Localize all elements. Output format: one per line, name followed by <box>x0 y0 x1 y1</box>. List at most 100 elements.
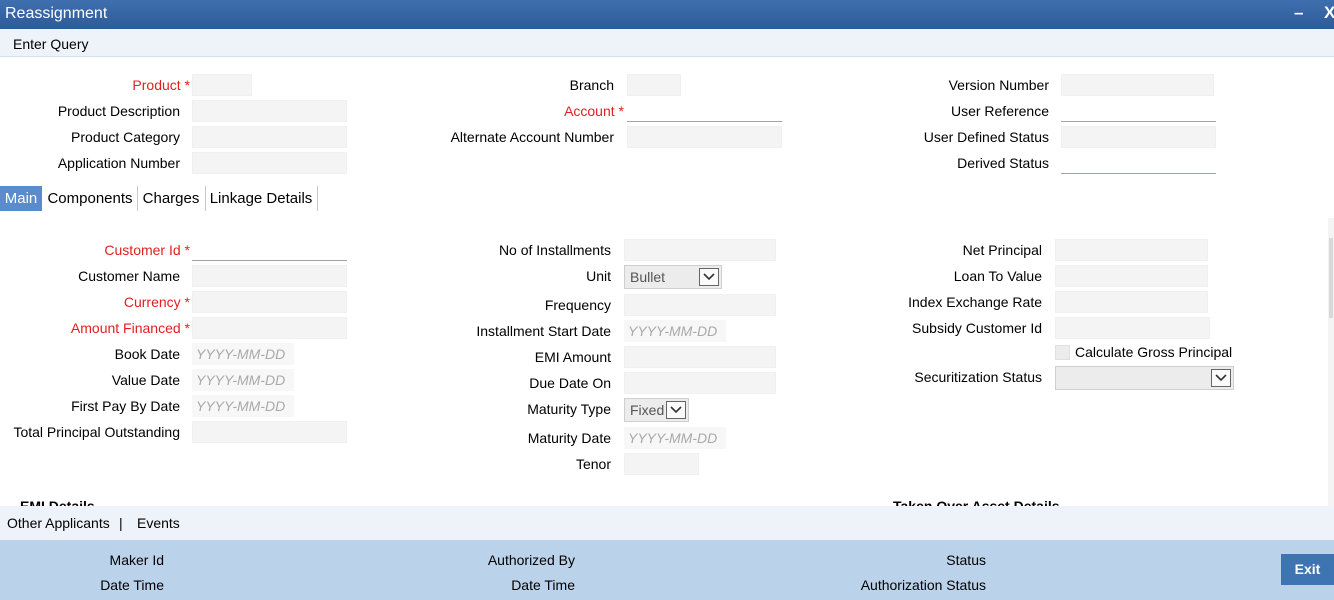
emi-details-header: EMI Details <box>20 498 95 506</box>
account-label: Account * <box>564 103 624 119</box>
user-reference-label: User Reference <box>950 103 1049 119</box>
maturity-type-label: Maturity Type <box>527 401 611 417</box>
exit-button[interactable]: Exit <box>1281 554 1334 585</box>
version-number-label: Version Number <box>948 77 1049 93</box>
due-date-on-field[interactable] <box>624 372 776 394</box>
emi-amount-label: EMI Amount <box>534 349 611 365</box>
audit-panel: Maker Id Date Time Authorized By Date Ti… <box>0 540 1334 600</box>
frequency-label: Frequency <box>544 297 611 313</box>
calculate-gross-principal-label: Calculate Gross Principal <box>1075 344 1233 360</box>
currency-field[interactable] <box>192 291 347 313</box>
tab-charges[interactable]: Charges <box>139 186 203 211</box>
no-of-installments-label: No of Installments <box>498 242 611 258</box>
tenor-field[interactable] <box>624 453 699 475</box>
subsidy-customer-id-label: Subsidy Customer Id <box>912 320 1042 336</box>
product-label: Product * <box>132 77 190 93</box>
footer-links-bar: Other Applicants | Events <box>0 506 1334 540</box>
authorized-by-label: Authorized By <box>487 552 575 568</box>
product-category-field[interactable] <box>192 126 347 148</box>
minimize-icon[interactable]: – <box>1294 3 1303 23</box>
frequency-field[interactable] <box>624 294 776 316</box>
calculate-gross-principal-checkbox[interactable] <box>1055 345 1070 360</box>
unit-select[interactable]: Bullet <box>624 265 722 289</box>
window-title: Reassignment <box>5 5 108 22</box>
maturity-type-select-value: Fixed <box>630 402 665 418</box>
loan-to-value-field[interactable] <box>1055 265 1208 287</box>
user-defined-status-field[interactable] <box>1061 126 1216 148</box>
chevron-down-icon <box>699 268 719 286</box>
tab-components[interactable]: Components <box>44 186 136 211</box>
maturity-type-select[interactable]: Fixed <box>624 398 689 422</box>
vertical-scrollbar[interactable] <box>1328 218 1334 506</box>
first-pay-by-date-label: First Pay By Date <box>71 398 180 414</box>
version-number-field[interactable] <box>1061 74 1214 96</box>
tenor-label: Tenor <box>575 456 611 472</box>
maturity-date-field[interactable]: YYYY-MM-DD <box>624 427 726 449</box>
currency-label: Currency * <box>123 294 190 310</box>
book-date-field[interactable]: YYYY-MM-DD <box>192 343 294 365</box>
amount-financed-label: Amount Financed * <box>70 320 190 336</box>
application-number-label: Application Number <box>57 155 180 171</box>
loan-to-value-label: Loan To Value <box>953 268 1042 284</box>
tab-main[interactable]: Main <box>0 186 42 211</box>
installment-start-date-label: Installment Start Date <box>476 323 611 339</box>
tab-separator <box>205 186 206 211</box>
auth-date-time-label: Date Time <box>511 577 575 593</box>
window-titlebar: Reassignment – X <box>0 0 1334 29</box>
chevron-down-icon <box>1211 369 1231 387</box>
branch-field[interactable] <box>627 74 681 96</box>
first-pay-by-date-field[interactable]: YYYY-MM-DD <box>192 395 294 417</box>
events-link[interactable]: Events <box>137 515 180 531</box>
net-principal-field[interactable] <box>1055 239 1208 261</box>
amount-financed-field[interactable] <box>192 317 347 339</box>
section-headers-clip: EMI Details Taken Over Asset Details <box>0 490 1328 506</box>
customer-id-field[interactable] <box>192 239 347 261</box>
footer-link-separator: | <box>119 515 123 531</box>
index-exchange-rate-field[interactable] <box>1055 291 1208 313</box>
status-label: Status <box>946 552 986 568</box>
product-category-label: Product Category <box>71 129 180 145</box>
installment-start-date-field[interactable]: YYYY-MM-DD <box>624 320 726 342</box>
derived-status-field[interactable] <box>1061 152 1216 174</box>
customer-id-label: Customer Id * <box>104 242 190 258</box>
product-description-field[interactable] <box>192 100 347 122</box>
taken-over-asset-details-header: Taken Over Asset Details <box>893 498 1060 506</box>
unit-label: Unit <box>586 268 611 284</box>
emi-amount-field[interactable] <box>624 346 776 368</box>
value-date-label: Value Date <box>111 372 180 388</box>
user-defined-status-label: User Defined Status <box>923 129 1049 145</box>
maker-id-label: Maker Id <box>109 552 164 568</box>
net-principal-label: Net Principal <box>962 242 1042 258</box>
total-principal-outstanding-field[interactable] <box>192 421 347 443</box>
user-reference-field[interactable] <box>1061 100 1216 122</box>
alternate-account-number-field[interactable] <box>627 126 782 148</box>
book-date-label: Book Date <box>114 346 180 362</box>
alternate-account-number-label: Alternate Account Number <box>450 129 614 145</box>
tab-separator <box>317 186 318 211</box>
derived-status-label: Derived Status <box>957 155 1049 171</box>
customer-name-field[interactable] <box>192 265 347 287</box>
no-of-installments-field[interactable] <box>624 239 776 261</box>
toolbar: Enter Query <box>0 29 1334 57</box>
account-field[interactable] <box>627 100 782 122</box>
application-number-field[interactable] <box>192 152 347 174</box>
value-date-field[interactable]: YYYY-MM-DD <box>192 369 294 391</box>
maturity-date-label: Maturity Date <box>527 430 611 446</box>
branch-label: Branch <box>569 77 614 93</box>
securitization-status-select[interactable] <box>1055 366 1234 390</box>
total-principal-outstanding-label: Total Principal Outstanding <box>13 424 180 440</box>
tab-separator <box>137 186 138 211</box>
due-date-on-label: Due Date On <box>529 375 611 391</box>
scrollbar-thumb[interactable] <box>1329 238 1333 318</box>
enter-query-button[interactable]: Enter Query <box>13 36 88 52</box>
date-time-label: Date Time <box>100 577 164 593</box>
product-field[interactable] <box>192 74 252 96</box>
other-applicants-link[interactable]: Other Applicants <box>7 515 110 531</box>
tab-linkage-details[interactable]: Linkage Details <box>207 186 315 211</box>
subsidy-customer-id-field[interactable] <box>1055 317 1210 339</box>
authorization-status-label: Authorization Status <box>860 577 986 593</box>
unit-select-value: Bullet <box>630 269 666 285</box>
product-description-label: Product Description <box>57 103 180 119</box>
chevron-down-icon <box>666 401 686 419</box>
close-icon[interactable]: X <box>1324 3 1334 23</box>
